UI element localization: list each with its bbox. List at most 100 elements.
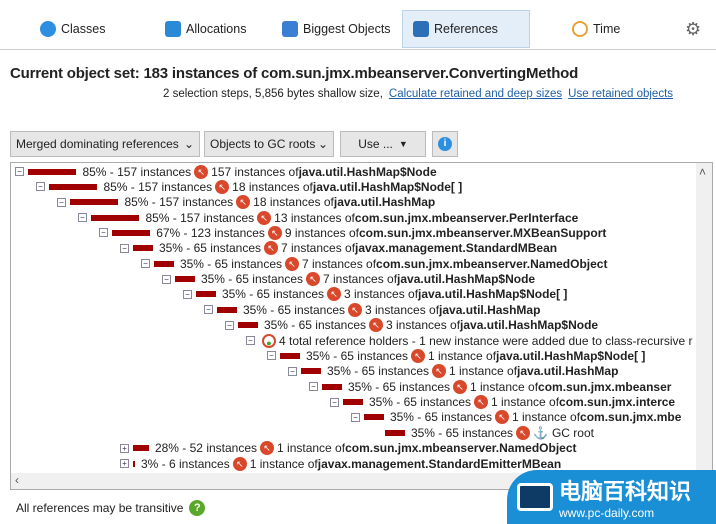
instance-count: 35% - 65 instances	[305, 348, 408, 363]
instance-text: 7 instances of	[323, 272, 398, 287]
use-retained-link[interactable]: Use retained objects	[568, 88, 673, 100]
tab-references[interactable]: References	[402, 10, 530, 48]
info-icon: i	[438, 137, 452, 151]
collapse-toggle[interactable]: −	[120, 243, 129, 253]
tree-row[interactable]: − 85% - 157 instances ↖ 157 instances of ja…	[15, 164, 437, 179]
tab-allocations[interactable]: Allocations	[155, 10, 256, 48]
collapse-toggle[interactable]: −	[267, 351, 276, 361]
class-name: com.sun.jmx.mbeanserver.NamedObject	[376, 256, 608, 271]
instance-text: 1 instance of	[512, 410, 581, 425]
collapse-toggle[interactable]: −	[225, 320, 234, 330]
collapse-toggle[interactable]: −	[15, 167, 24, 176]
tree-row[interactable]: − 35% - 65 instances ↖ 3 instances of java.…	[204, 302, 540, 317]
collapse-toggle[interactable]: −	[330, 397, 339, 407]
percentage-bar	[385, 429, 405, 436]
scroll-up-icon: ˄	[699, 165, 707, 179]
tree-row[interactable]: − 35% - 65 instances ↖ 1 instance of java.u…	[288, 364, 618, 379]
class-name: com.sun.jmx.mbeanserver.PerInterface	[354, 210, 579, 225]
percentage-bar	[280, 352, 300, 359]
monitor-icon	[517, 483, 553, 511]
tree-row[interactable]: − ● 4 total reference holders - 1 new inst…	[246, 333, 693, 348]
direction-dropdown[interactable]: Objects to GC roots ⌄	[204, 131, 334, 157]
reference-icon: ↖	[215, 179, 230, 194]
selection-summary: 2 selection steps, 5,856 bytes shallow s…	[163, 88, 383, 100]
expand-toggle[interactable]: +	[120, 443, 129, 453]
instance-text: 1 instance of	[277, 441, 346, 456]
collapse-toggle[interactable]: −	[204, 305, 213, 315]
tab-label: References	[434, 22, 498, 36]
collapse-toggle[interactable]: −	[99, 228, 108, 238]
reference-holders-icon: ●	[262, 333, 276, 348]
calculate-retained-link[interactable]: Calculate retained and deep sizes	[389, 88, 562, 100]
reference-icon: ↖	[236, 195, 251, 210]
tree-row[interactable]: − 35% - 65 instances ↖ 3 instances of java.…	[225, 318, 598, 333]
tab-biggest-objects[interactable]: Biggest Objects	[272, 10, 401, 48]
collapse-toggle[interactable]: −	[36, 182, 45, 192]
percentage-bar	[175, 276, 195, 283]
class-name: com.sun.jmx.interce	[559, 395, 676, 410]
instance-count: 35% - 65 instances	[242, 302, 345, 317]
settings-button[interactable]: ⚙	[675, 10, 711, 48]
collapse-toggle[interactable]: −	[162, 274, 171, 284]
tab-label: Time	[593, 22, 621, 36]
class-name: java.util.HashMap$Node[ ]	[496, 348, 646, 363]
class-name: java.util.HashMap$Node[ ]	[418, 287, 568, 302]
tab-classes[interactable]: Classes	[30, 10, 115, 48]
tree-row[interactable]: − 35% - 65 instances ↖ 7 instances of javax…	[120, 241, 557, 256]
percentage-bar	[238, 322, 258, 329]
collapse-toggle[interactable]: −	[246, 336, 255, 346]
tree-row[interactable]: − 35% - 65 instances ↖ 7 instances of com.s…	[141, 256, 607, 271]
reference-icon: ↖	[453, 379, 467, 394]
tree-row[interactable]: − 35% - 65 instances ↖ 7 instances of java.…	[162, 272, 535, 287]
tree-row[interactable]: +28% - 52 instances ↖ 1 instance of com.su…	[120, 441, 577, 456]
tree-row[interactable]: − 35% - 65 instances ↖ 1 instance of java.u…	[267, 348, 645, 363]
instance-text: 1 instance of	[249, 456, 318, 471]
tree-row[interactable]: − 35% - 65 instances ↖ 1 instance of com.su…	[351, 410, 681, 425]
tree-row[interactable]: +3% - 6 instances ↖ 1 instance of javax.ma…	[120, 456, 561, 471]
collapse-toggle[interactable]: −	[141, 259, 150, 269]
vertical-scrollbar[interactable]: ˄	[696, 163, 712, 473]
collapse-toggle[interactable]: −	[78, 213, 87, 223]
use-button[interactable]: Use ... ▼	[340, 131, 426, 157]
footer: All references may be transitive?	[16, 500, 206, 516]
tab-label: Allocations	[186, 22, 247, 36]
tree-row[interactable]: 35% - 65 instances ↖ ⚓ GC root	[372, 425, 594, 440]
percentage-bar	[133, 460, 135, 467]
reference-icon: ↖	[495, 410, 509, 425]
expand-toggle[interactable]: +	[120, 459, 129, 469]
class-name: javax.management.StandardEmitterMBean	[317, 456, 562, 471]
footer-text: All references may be transitive	[16, 501, 184, 515]
collapse-toggle[interactable]: −	[351, 412, 360, 422]
info-button[interactable]: i	[432, 131, 458, 157]
collapse-toggle[interactable]: −	[183, 289, 192, 299]
allocations-icon	[165, 21, 181, 37]
instance-count: 35% - 65 instances	[347, 379, 450, 394]
class-name: com.sun.jmx.mbeanser	[538, 379, 672, 394]
view-mode-dropdown[interactable]: Merged dominating references ⌄	[10, 131, 200, 157]
percentage-bar	[301, 368, 321, 375]
collapse-toggle[interactable]: −	[309, 382, 318, 392]
tree-row[interactable]: − 35% - 65 instances ↖ 1 instance of com.su…	[309, 379, 671, 394]
tree-row[interactable]: − 85% - 157 instances ↖ 13 instances of com…	[78, 210, 578, 225]
instance-text: 13 instances of	[274, 210, 355, 225]
collapse-toggle[interactable]: −	[288, 366, 297, 376]
help-icon[interactable]: ?	[189, 500, 206, 516]
class-name: com.sun.jmx.mbeanserver.MXBeanSupport	[358, 225, 607, 240]
tree-row[interactable]: − 35% - 65 instances ↖ 3 instances of java.…	[183, 287, 567, 302]
biggest-objects-icon	[282, 21, 298, 37]
tab-time[interactable]: Time	[562, 10, 630, 48]
tree-row[interactable]: − 67% - 123 instances ↖ 9 instances of com.…	[99, 225, 606, 240]
reference-tree[interactable]: +3% - 6 instances ↖ 1 instance of javax.ma…	[10, 162, 713, 490]
tree-row[interactable]: − 35% - 65 instances ↖ 1 instance of com.su…	[330, 395, 675, 410]
instance-text: 18 instances of	[232, 179, 313, 194]
tree-row[interactable]: − 85% - 157 instances ↖ 18 instances of jav…	[57, 195, 435, 210]
tree-row[interactable]: − 85% - 157 instances ↖ 18 instances of jav…	[36, 179, 462, 194]
collapse-toggle[interactable]: −	[57, 197, 66, 207]
instance-text: 3 instances of	[344, 287, 419, 302]
percentage-bar	[91, 214, 140, 221]
clock-icon	[572, 21, 588, 37]
watermark-title: 电脑百科知识	[559, 479, 692, 504]
reference-icon: ↖	[369, 318, 383, 333]
instance-count: 35% - 65 instances	[221, 287, 324, 302]
instance-text: 157 instances of	[211, 164, 299, 179]
